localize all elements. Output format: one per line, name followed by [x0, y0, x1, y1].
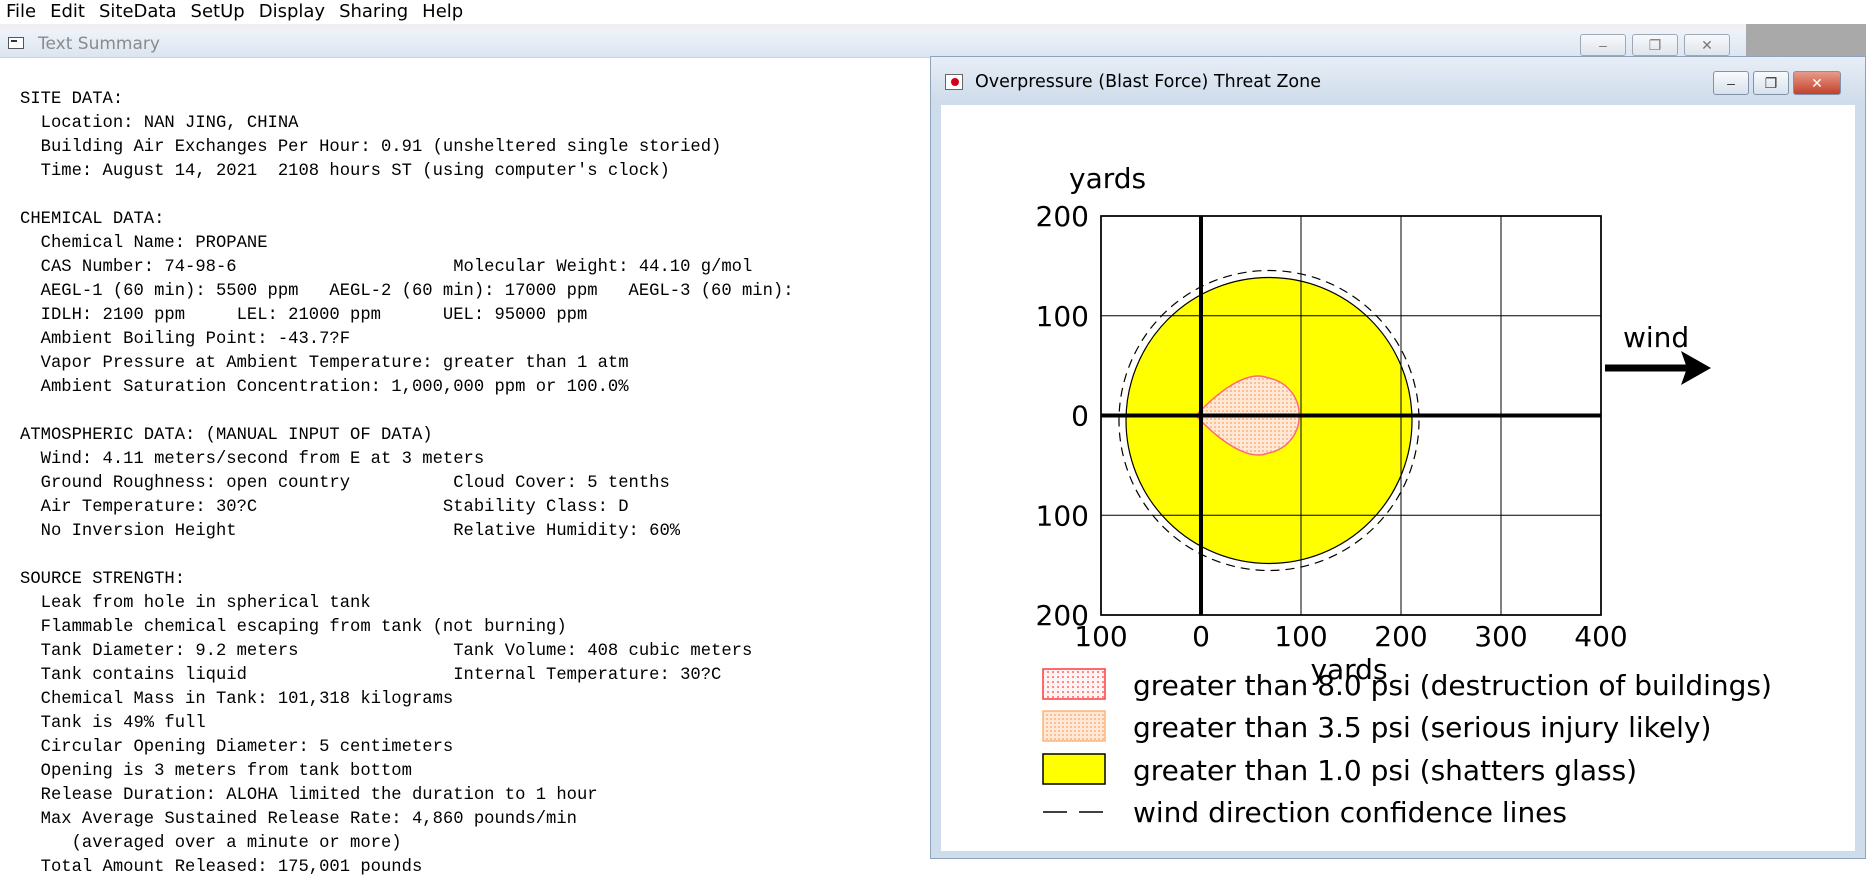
summary-line: Release Duration: ALOHA limited the dura…: [20, 786, 598, 805]
summary-line: Time: August 14, 2021 2108 hours ST (usi…: [20, 162, 670, 181]
legend-swatch-3-5psi: [1042, 710, 1106, 742]
text-summary-titlebar[interactable]: Text Summary – ❐ ✕: [0, 30, 1746, 58]
legend-label: wind direction confidence lines: [1133, 796, 1567, 829]
summary-line: Ambient Saturation Concentration: 1,000,…: [20, 378, 629, 397]
summary-line: Leak from hole in spherical tank: [20, 594, 371, 613]
menu-sitedata[interactable]: SiteData: [93, 0, 185, 24]
menu-help[interactable]: Help: [416, 0, 471, 24]
legend-swatch-8psi: [1042, 668, 1106, 700]
minimize-icon: –: [1727, 75, 1735, 91]
window-icon: [8, 37, 24, 49]
x-tick-label: 300: [1474, 620, 1527, 653]
legend-swatch-1psi: [1042, 753, 1106, 785]
summary-line: Location: NAN JING, CHINA: [20, 114, 299, 133]
summary-line: Tank Diameter: 9.2 meters Tank Volume: 4…: [20, 642, 753, 661]
summary-line: Circular Opening Diameter: 5 centimeters: [20, 738, 454, 757]
summary-line: Chemical Name: PROPANE: [20, 234, 268, 253]
menu-sharing[interactable]: Sharing: [333, 0, 416, 24]
summary-line: [20, 400, 794, 424]
y-tick-label: 200: [1036, 200, 1089, 233]
close-button[interactable]: ✕: [1684, 34, 1730, 56]
y-axis-title: yards: [1069, 162, 1146, 195]
legend-label: greater than 3.5 psi (serious injury lik…: [1133, 711, 1711, 744]
summary-line: Opening is 3 meters from tank bottom: [20, 762, 412, 781]
summary-line: No Inversion Height Relative Humidity: 6…: [20, 522, 681, 541]
menu-bar: File Edit SiteData SetUp Display Sharing…: [0, 0, 1866, 24]
summary-line: Building Air Exchanges Per Hour: 0.91 (u…: [20, 138, 722, 157]
summary-line: Vapor Pressure at Ambient Temperature: g…: [20, 354, 629, 373]
threat-zone-title: Overpressure (Blast Force) Threat Zone: [975, 72, 1322, 92]
x-tick-label: 0: [1192, 620, 1210, 653]
threat-zone-titlebar[interactable]: Overpressure (Blast Force) Threat Zone –…: [931, 57, 1865, 101]
summary-line: Tank contains liquid Internal Temperatur…: [20, 666, 722, 685]
summary-line: Flammable chemical escaping from tank (n…: [20, 618, 567, 637]
summary-line: CHEMICAL DATA:: [20, 210, 165, 229]
y-tick-label: 100: [1036, 300, 1089, 333]
close-icon: ✕: [1811, 74, 1823, 91]
summary-line: IDLH: 2100 ppm LEL: 21000 ppm UEL: 95000…: [20, 306, 588, 325]
legend-label: greater than 8.0 psi (destruction of bui…: [1133, 669, 1772, 702]
summary-line: AEGL-1 (60 min): 5500 ppm AEGL-2 (60 min…: [20, 282, 794, 301]
menu-edit[interactable]: Edit: [44, 0, 93, 24]
threat-zone-window: Overpressure (Blast Force) Threat Zone –…: [930, 56, 1866, 859]
text-summary-title: Text Summary: [38, 34, 160, 54]
close-icon: ✕: [1701, 36, 1713, 53]
summary-line: SOURCE STRENGTH:: [20, 570, 186, 589]
summary-line: Tank is 49% full: [20, 714, 206, 733]
summary-line: Ambient Boiling Point: -43.7?F: [20, 330, 351, 349]
minimize-button[interactable]: –: [1580, 34, 1626, 56]
x-tick-label: 400: [1574, 620, 1627, 653]
summary-line: [20, 544, 794, 568]
restore-icon: ❐: [1764, 74, 1778, 91]
x-tick-label: 100: [1274, 620, 1327, 653]
summary-line: ATMOSPHERIC DATA: (MANUAL INPUT OF DATA): [20, 426, 433, 445]
legend-label: greater than 1.0 psi (shatters glass): [1133, 754, 1637, 787]
y-tick-label: 100: [1036, 499, 1089, 532]
x-tick-label: 200: [1374, 620, 1427, 653]
summary-line: CAS Number: 74-98-6 Molecular Weight: 44…: [20, 258, 753, 277]
summary-line: (averaged over a minute or more): [20, 834, 402, 853]
summary-line: Max Average Sustained Release Rate: 4,86…: [20, 810, 577, 829]
y-tick-label: 0: [1071, 400, 1089, 433]
threat-restore-button[interactable]: ❐: [1753, 71, 1789, 95]
restore-icon: ❐: [1648, 36, 1662, 53]
threat-close-button[interactable]: ✕: [1793, 71, 1841, 95]
text-summary-content[interactable]: SITE DATA: Location: NAN JING, CHINA Bui…: [20, 88, 794, 880]
threat-minimize-button[interactable]: –: [1713, 71, 1749, 95]
summary-line: Ground Roughness: open country Cloud Cov…: [20, 474, 670, 493]
threat-zone-plot-area: 200 100 0 100 200 100 0 100 200 300 400 yards yards w…: [941, 105, 1855, 851]
summary-line: Air Temperature: 30?C Stability Class: D: [20, 498, 629, 517]
wind-label: wind: [1623, 321, 1689, 354]
x-tick-label: 100: [1074, 620, 1127, 653]
restore-button[interactable]: ❐: [1632, 34, 1678, 56]
minimize-icon: –: [1599, 37, 1607, 53]
summary-line: Chemical Mass in Tank: 101,318 kilograms: [20, 690, 454, 709]
summary-line: Total Amount Released: 175,001 pounds: [20, 858, 423, 877]
menu-display[interactable]: Display: [253, 0, 333, 24]
summary-line: SITE DATA:: [20, 90, 124, 109]
threat-zone-icon: [945, 74, 963, 90]
summary-line: Wind: 4.11 meters/second from E at 3 met…: [20, 450, 485, 469]
summary-line: [20, 184, 794, 208]
menu-setup[interactable]: SetUp: [185, 0, 253, 24]
menu-file[interactable]: File: [0, 0, 44, 24]
threat-zone-chart: 2001000100200100 0 100 200 300 400yardsyardsw…: [1036, 162, 1772, 829]
